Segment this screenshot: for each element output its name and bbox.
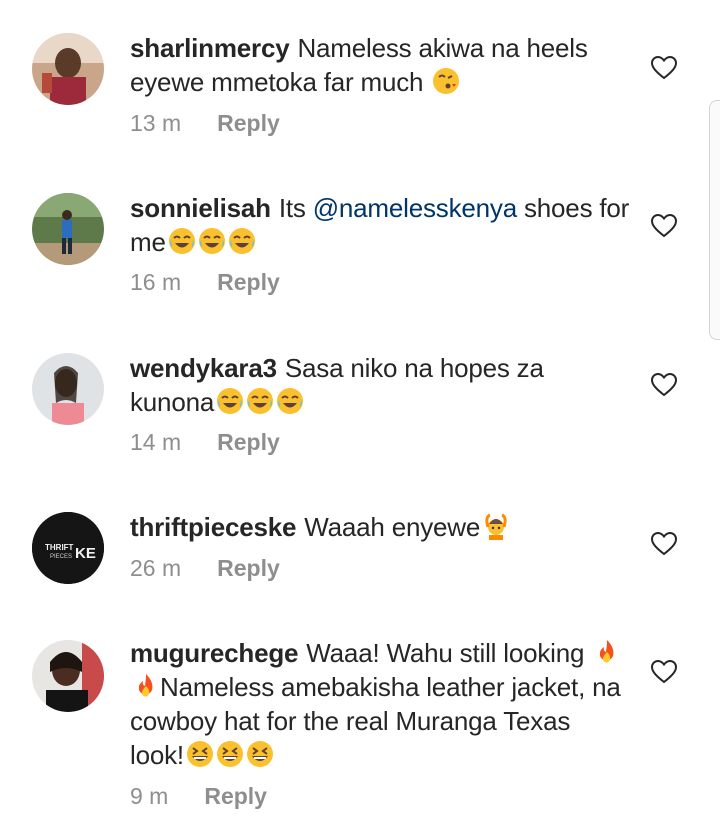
comment-body: sonnielisah Its @namelesskenya shoes for …	[130, 191, 630, 259]
scrollbar[interactable]	[709, 100, 720, 340]
avatar-logo-text: THRIFT	[45, 543, 74, 552]
avatar[interactable]	[32, 353, 104, 425]
reply-button[interactable]: Reply	[217, 269, 280, 295]
comment-item: wendykara3 Sasa niko na hopes za kunona 1…	[0, 320, 720, 480]
avatar[interactable]	[32, 640, 104, 712]
like-heart-icon[interactable]	[651, 532, 677, 556]
comment-username[interactable]: sonnielisah	[130, 193, 271, 223]
comment-meta: 16 m Reply	[130, 267, 280, 297]
like-heart-icon[interactable]	[651, 373, 677, 397]
comment-body: thriftpieceske Waaah enyewe	[130, 510, 630, 544]
comment-meta: 9 m Reply	[130, 781, 267, 811]
avatar[interactable]: THRIFT PIECES KE	[32, 512, 104, 584]
comment-meta: 14 m Reply	[130, 427, 280, 457]
reply-button[interactable]: Reply	[217, 429, 280, 455]
reply-button[interactable]: Reply	[217, 110, 280, 136]
comment-time: 9 m	[130, 783, 169, 809]
comment-item: THRIFT PIECES KE thriftpieceske Waaah eny…	[0, 480, 720, 610]
like-heart-icon[interactable]	[651, 660, 677, 684]
grinning-squinting-face-icon	[186, 740, 214, 768]
tears-of-joy-icon	[168, 227, 196, 255]
avatar[interactable]	[32, 33, 104, 105]
fire-icon	[593, 638, 621, 666]
comment-time: 26 m	[130, 555, 182, 581]
comment-username[interactable]: wendykara3	[130, 353, 277, 383]
comment-meta: 13 m Reply	[130, 108, 280, 138]
comment-item: sharlinmercy Nameless akiwa na heels eyew…	[0, 0, 720, 160]
like-heart-icon[interactable]	[651, 56, 677, 80]
comment-body: wendykara3 Sasa niko na hopes za kunona	[130, 351, 630, 419]
comment-text-before: Waaa! Wahu still looking	[306, 638, 585, 668]
comment-username[interactable]: thriftpieceske	[130, 512, 296, 542]
avatar-logo-subtext: PIECES	[50, 554, 72, 560]
mention-link[interactable]: @namelesskenya	[313, 193, 517, 223]
person-raising-hands-icon	[482, 512, 510, 540]
comment-text-before: Its	[278, 193, 313, 223]
avatar[interactable]	[32, 193, 104, 265]
fire-icon	[132, 672, 160, 700]
comment-username[interactable]: sharlinmercy	[130, 33, 290, 63]
comment-time: 13 m	[130, 110, 182, 136]
comment-body: mugurechege Waaa! Wahu still looking Name…	[130, 636, 630, 772]
tears-of-joy-icon	[276, 387, 304, 415]
tears-of-joy-icon	[228, 227, 256, 255]
grinning-squinting-face-icon	[216, 740, 244, 768]
tears-of-joy-icon	[246, 387, 274, 415]
grinning-squinting-face-icon	[246, 740, 274, 768]
comment-body: sharlinmercy Nameless akiwa na heels eyew…	[130, 31, 630, 99]
comment-item: mugurechege Waaa! Wahu still looking Name…	[0, 610, 720, 828]
reply-button[interactable]: Reply	[217, 555, 280, 581]
reply-button[interactable]: Reply	[204, 783, 267, 809]
avatar-logo-accent: KE	[75, 545, 96, 562]
comment-time: 14 m	[130, 429, 182, 455]
comment-time: 16 m	[130, 269, 182, 295]
comment-item: sonnielisah Its @namelesskenya shoes for …	[0, 160, 720, 320]
like-heart-icon[interactable]	[651, 214, 677, 238]
tears-of-joy-icon	[198, 227, 226, 255]
comment-meta: 26 m Reply	[130, 553, 280, 583]
comment-username[interactable]: mugurechege	[130, 638, 298, 668]
comment-text: Waaah enyewe	[304, 512, 481, 542]
face-blowing-kiss-icon	[432, 67, 460, 95]
tears-of-joy-icon	[216, 387, 244, 415]
